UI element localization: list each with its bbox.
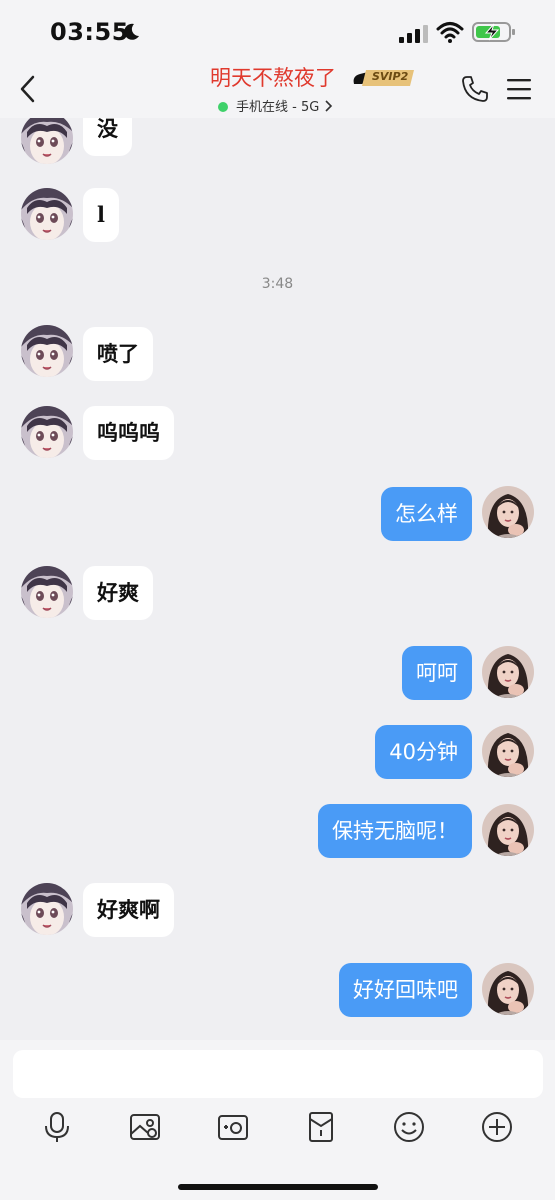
message-bubble-sent[interactable]: 好好回味吧	[339, 963, 472, 1017]
chat-title[interactable]: 明天不熬夜了	[210, 62, 336, 92]
message-bubble-received[interactable]: 没	[83, 118, 132, 156]
camera-icon[interactable]	[216, 1110, 250, 1144]
my-avatar[interactable]	[482, 486, 534, 538]
message-input[interactable]	[13, 1050, 543, 1098]
battery-icon	[472, 22, 515, 42]
message-bubble-sent[interactable]: 保持无脑呢！	[318, 804, 472, 858]
plus-icon[interactable]	[480, 1110, 514, 1144]
message-list[interactable]: 没 l 3:48 喷了 呜呜呜 怎么样 好爽 呵呵 40分钟 保持无脑呢！ 好爽…	[0, 118, 555, 1040]
menu-icon[interactable]	[505, 76, 533, 102]
message-bubble-received[interactable]: 好爽	[83, 566, 153, 620]
image-icon[interactable]	[128, 1110, 162, 1144]
message-bubble-sent[interactable]: 怎么样	[381, 487, 472, 541]
my-avatar[interactable]	[482, 646, 534, 698]
message-bubble-sent[interactable]: 40分钟	[375, 725, 472, 779]
vip-badge-label: SVIP2	[372, 70, 409, 83]
signal-icon	[399, 25, 428, 43]
contact-avatar[interactable]	[21, 883, 73, 935]
message-bubble-received[interactable]: 喷了	[83, 327, 153, 381]
status-time: 03:55	[50, 18, 129, 46]
composer	[0, 1040, 555, 1200]
message-bubble-received[interactable]: 好爽啊	[83, 883, 174, 937]
contact-avatar[interactable]	[21, 566, 73, 618]
wifi-icon	[436, 22, 464, 43]
my-avatar[interactable]	[482, 963, 534, 1015]
back-icon[interactable]	[14, 72, 44, 106]
message-bubble-sent[interactable]: 呵呵	[402, 646, 472, 700]
contact-avatar[interactable]	[21, 325, 73, 377]
my-avatar[interactable]	[482, 804, 534, 856]
online-status[interactable]: 手机在线 - 5G	[218, 96, 333, 115]
contact-avatar[interactable]	[21, 118, 73, 164]
online-dot-icon	[218, 102, 228, 112]
chevron-right-icon	[325, 100, 333, 112]
status-bar: 03:55	[0, 0, 555, 60]
contact-avatar[interactable]	[21, 188, 73, 240]
home-indicator[interactable]	[178, 1184, 378, 1190]
phone-call-icon[interactable]	[460, 74, 490, 104]
online-status-text: 手机在线 - 5G	[236, 100, 320, 115]
my-avatar[interactable]	[482, 725, 534, 777]
message-timestamp: 3:48	[261, 276, 294, 292]
moon-icon	[124, 23, 139, 40]
contact-avatar[interactable]	[21, 406, 73, 458]
red-packet-icon[interactable]	[304, 1110, 338, 1144]
message-bubble-received[interactable]: 呜呜呜	[83, 406, 174, 460]
chat-header: 明天不熬夜了 SVIP2 手机在线 - 5G	[0, 60, 555, 118]
emoji-icon[interactable]	[392, 1110, 426, 1144]
message-bubble-received[interactable]: l	[83, 188, 119, 242]
microphone-icon[interactable]	[40, 1110, 74, 1144]
